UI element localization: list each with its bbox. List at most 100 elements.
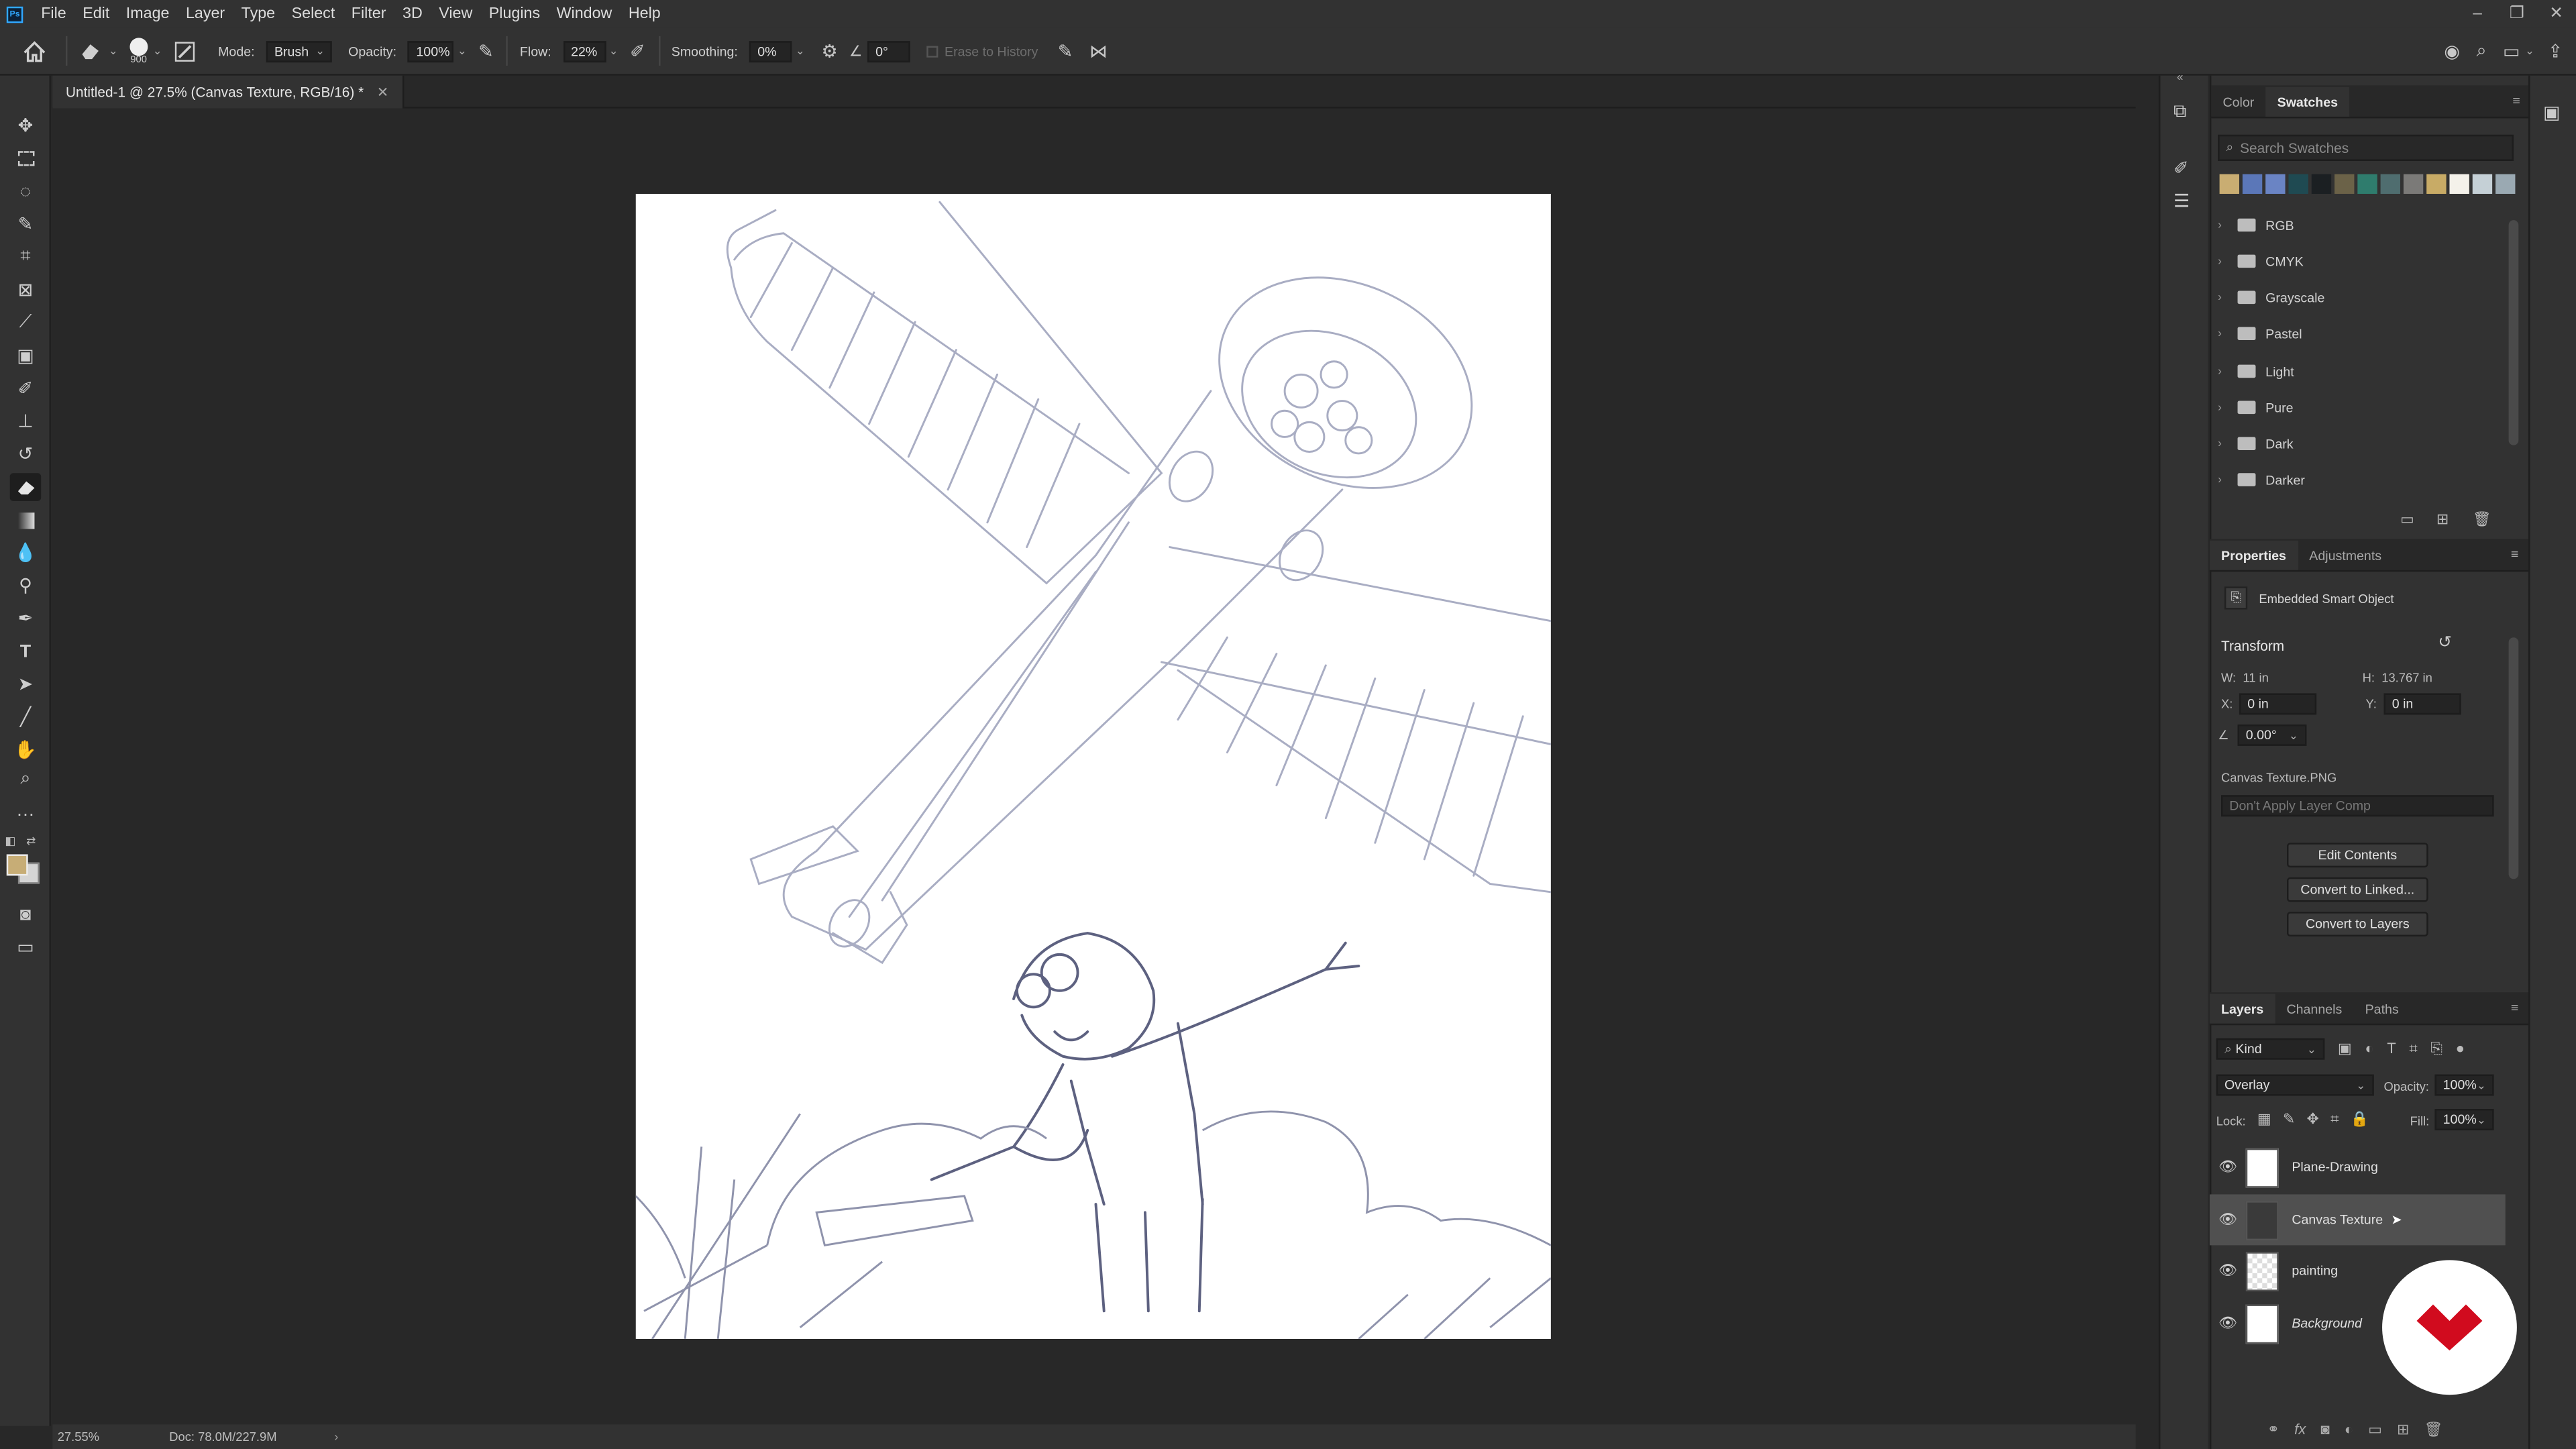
visibility-eye-icon[interactable]: 👁 bbox=[2210, 1314, 2246, 1332]
tab-adjustments[interactable]: Adjustments bbox=[2298, 541, 2393, 570]
brush-tool-icon[interactable]: ✐ bbox=[10, 374, 42, 402]
menu-layer[interactable]: Layer bbox=[178, 5, 233, 23]
swap-colors-icon[interactable]: ⇄ bbox=[26, 835, 36, 848]
add-mask-icon[interactable]: ◙ bbox=[2320, 1421, 2329, 1439]
smoothing-gear-icon[interactable]: ⚙ bbox=[821, 40, 837, 61]
properties-scrollbar[interactable] bbox=[2508, 637, 2519, 879]
layer-name[interactable]: painting bbox=[2292, 1263, 2338, 1278]
fill-input[interactable]: 100% ⌄ bbox=[2434, 1109, 2494, 1130]
adjustment-layer-icon[interactable]: ◐ bbox=[2345, 1421, 2353, 1439]
visibility-eye-icon[interactable]: 👁 bbox=[2210, 1159, 2246, 1177]
pen-tool-icon[interactable]: ✒ bbox=[10, 604, 42, 633]
angle-input[interactable]: 0.00° ⌄ bbox=[2237, 724, 2307, 746]
pressure-opacity-icon[interactable]: ✎ bbox=[478, 40, 494, 61]
y-input[interactable]: 0 in bbox=[2383, 693, 2461, 715]
eyedropper-tool-icon[interactable]: ⟋ bbox=[10, 309, 42, 337]
panel-menu-icon[interactable]: ≡ bbox=[2512, 94, 2520, 109]
history-brush-tool-icon[interactable]: ↺ bbox=[10, 440, 42, 468]
menu-file[interactable]: File bbox=[33, 5, 74, 23]
adjustments-panel-icon[interactable]: ☰ bbox=[2174, 191, 2190, 212]
tab-paths[interactable]: Paths bbox=[2353, 994, 2410, 1024]
pressure-size-icon[interactable]: ✎ bbox=[1058, 40, 1073, 61]
lock-all-icon[interactable]: 🔒 bbox=[2351, 1111, 2369, 1129]
swatch-chip[interactable] bbox=[2380, 174, 2400, 194]
swatch-chip[interactable] bbox=[2496, 174, 2516, 194]
swatch-folder-darker[interactable]: › Darker bbox=[2218, 464, 2497, 496]
panel-menu-icon[interactable]: ≡ bbox=[2511, 547, 2518, 562]
swatch-chip[interactable] bbox=[2242, 174, 2263, 194]
share-user-icon[interactable]: ◉ bbox=[2444, 40, 2460, 61]
swatch-folder-pure[interactable]: › Pure bbox=[2218, 391, 2497, 424]
move-tool-icon[interactable]: ✥ bbox=[10, 112, 42, 140]
layer-row[interactable]: 👁 Plane-Drawing bbox=[2210, 1142, 2506, 1193]
search-icon[interactable]: ⌕ bbox=[2476, 40, 2486, 62]
layer-opacity-input[interactable]: 100% ⌄ bbox=[2434, 1074, 2494, 1096]
tab-properties[interactable]: Properties bbox=[2209, 540, 2298, 570]
swatch-chip[interactable] bbox=[2219, 174, 2239, 194]
more-tools-icon[interactable]: ··· bbox=[10, 800, 42, 828]
link-layers-icon[interactable]: ⚭ bbox=[2267, 1421, 2279, 1439]
smoothing-input[interactable]: 0% bbox=[749, 40, 792, 62]
layer-name[interactable]: Canvas Texture bbox=[2292, 1212, 2383, 1227]
clone-stamp-tool-icon[interactable]: ⊥ bbox=[10, 407, 42, 435]
reset-transform-icon[interactable]: ↺ bbox=[2438, 634, 2452, 652]
filter-adjustment-icon[interactable]: ◐ bbox=[2365, 1040, 2373, 1058]
brush-settings-icon[interactable] bbox=[174, 40, 195, 62]
lock-position-icon[interactable]: ✥ bbox=[2307, 1111, 2319, 1129]
menu-image[interactable]: Image bbox=[118, 5, 178, 23]
swatch-chip[interactable] bbox=[2334, 174, 2355, 194]
visibility-eye-icon[interactable]: 👁 bbox=[2210, 1262, 2246, 1280]
swatch-folder-rgb[interactable]: › RGB bbox=[2218, 209, 2497, 241]
dodge-tool-icon[interactable]: ⚲ bbox=[10, 572, 42, 600]
filter-pixel-icon[interactable]: ▣ bbox=[2338, 1040, 2352, 1058]
document-canvas[interactable] bbox=[635, 193, 1551, 1339]
edit-contents-button[interactable]: Edit Contents bbox=[2287, 843, 2428, 868]
delete-layer-icon[interactable]: 🗑 bbox=[2424, 1421, 2443, 1439]
lock-image-icon[interactable]: ✎ bbox=[2283, 1111, 2295, 1129]
layer-filter-select[interactable]: ⌕ Kind ⌄ bbox=[2216, 1038, 2325, 1060]
tab-swatches[interactable]: Swatches bbox=[2265, 87, 2350, 117]
brush-panel-icon[interactable]: ✐ bbox=[2174, 158, 2189, 179]
gradient-tool-icon[interactable] bbox=[10, 506, 42, 534]
mode-select[interactable]: Brush ⌄ bbox=[266, 40, 332, 62]
swatch-chip[interactable] bbox=[2403, 174, 2424, 194]
flow-input[interactable]: 22% bbox=[562, 40, 606, 62]
swatch-folder-cmyk[interactable]: › CMYK bbox=[2218, 245, 2497, 278]
line-tool-icon[interactable]: ╱ bbox=[10, 703, 42, 731]
menu-3d[interactable]: 3D bbox=[394, 5, 431, 23]
swatch-chip[interactable] bbox=[2472, 174, 2493, 194]
collapse-icon[interactable]: « bbox=[2177, 72, 2184, 84]
swatch-chip[interactable] bbox=[2311, 174, 2332, 194]
filter-shape-icon[interactable]: ⌗ bbox=[2409, 1040, 2417, 1058]
default-colors-icon[interactable]: ◧ bbox=[5, 835, 15, 848]
airbrush-icon[interactable]: ✐ bbox=[630, 40, 645, 61]
layer-name[interactable]: Plane-Drawing bbox=[2292, 1160, 2377, 1175]
home-icon[interactable] bbox=[23, 40, 46, 62]
menu-view[interactable]: View bbox=[431, 5, 481, 23]
minimize-icon[interactable]: – bbox=[2458, 5, 2498, 23]
close-tab-icon[interactable]: ✕ bbox=[377, 83, 388, 101]
tab-layers[interactable]: Layers bbox=[2209, 994, 2275, 1024]
restore-icon[interactable]: ❐ bbox=[2497, 5, 2536, 23]
convert-to-layers-button[interactable]: Convert to Layers bbox=[2287, 912, 2428, 936]
menu-type[interactable]: Type bbox=[233, 5, 283, 23]
foreground-color-swatch[interactable] bbox=[6, 854, 28, 876]
close-icon[interactable]: ✕ bbox=[2536, 5, 2576, 23]
crop-tool-icon[interactable]: ⌗ bbox=[10, 243, 42, 271]
x-input[interactable]: 0 in bbox=[2239, 693, 2317, 715]
swatch-folder-light[interactable]: › Light bbox=[2218, 355, 2497, 388]
workspace-icon[interactable]: ▭ bbox=[2503, 40, 2520, 61]
libraries-panel-icon[interactable]: ▣ bbox=[2543, 102, 2560, 123]
menu-select[interactable]: Select bbox=[283, 5, 343, 23]
swatch-search-field[interactable]: ⌕ Search Swatches bbox=[2218, 134, 2514, 162]
layer-comp-select[interactable]: Don't Apply Layer Comp bbox=[2221, 795, 2494, 817]
angle-input[interactable]: 0° bbox=[867, 40, 910, 62]
swatch-chip[interactable] bbox=[2449, 174, 2469, 194]
height-field[interactable]: H: 13.767 in bbox=[2363, 670, 2432, 685]
erase-to-history-checkbox[interactable]: Erase to History bbox=[926, 44, 1038, 58]
quick-mask-icon[interactable]: ◙ bbox=[10, 900, 42, 928]
zoom-level[interactable]: 27.55% bbox=[58, 1430, 156, 1444]
menu-plugins[interactable]: Plugins bbox=[481, 5, 549, 23]
convert-to-linked-button[interactable]: Convert to Linked... bbox=[2287, 877, 2428, 902]
screen-mode-icon[interactable]: ▭ bbox=[10, 933, 42, 961]
